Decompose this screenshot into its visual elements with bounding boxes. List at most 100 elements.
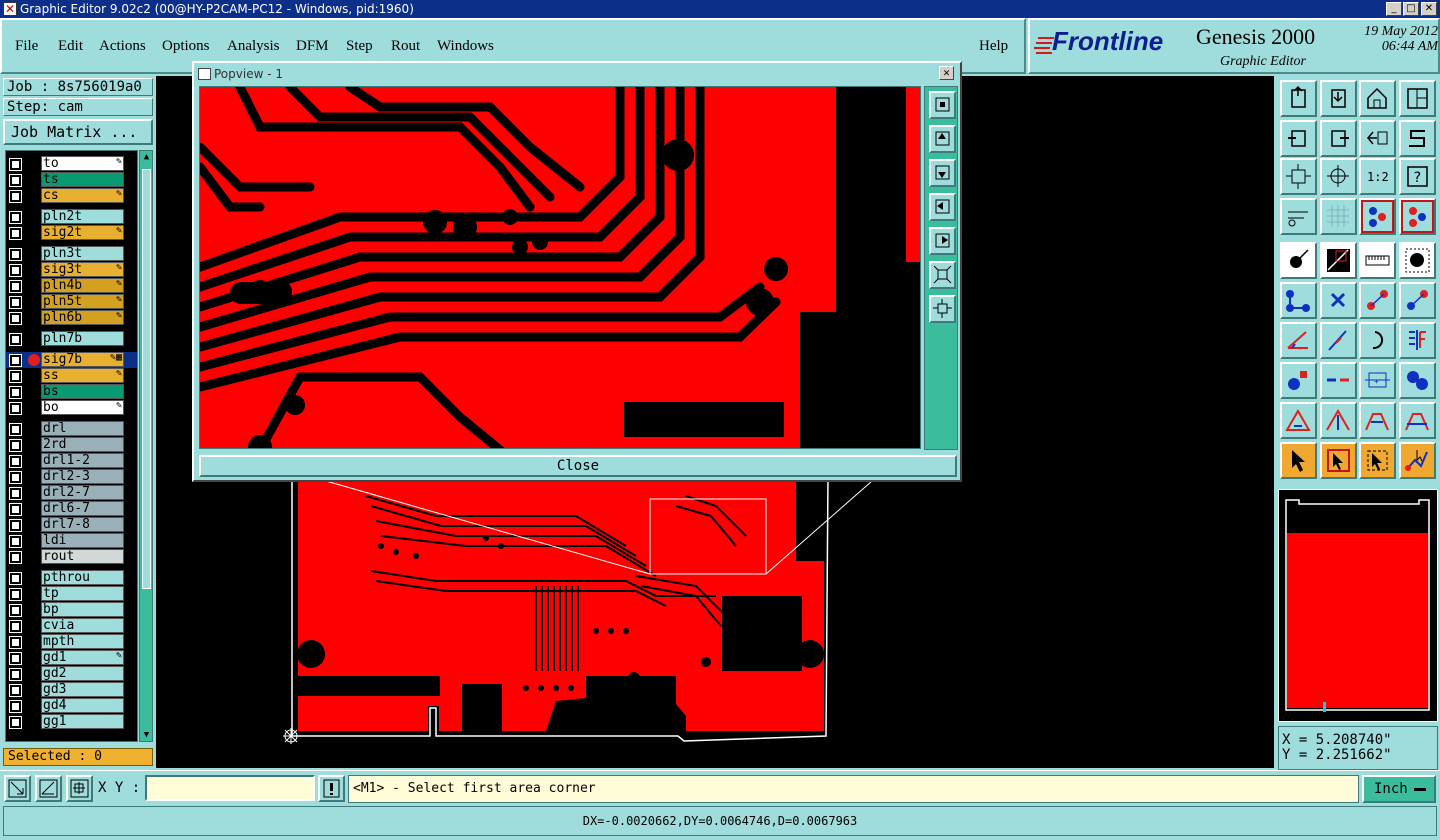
layer-checkbox[interactable]: [9, 174, 22, 187]
popview-title-bar[interactable]: Popview - 1: [196, 65, 958, 83]
menu-options[interactable]: Options: [162, 38, 210, 55]
layer-row[interactable]: mpth: [6, 634, 137, 650]
layer-row[interactable]: to ✎: [6, 156, 137, 172]
layer-checkbox[interactable]: [9, 227, 22, 240]
layer-row[interactable]: rout: [6, 549, 137, 565]
tool-triangle-button[interactable]: [1280, 402, 1317, 439]
layer-row[interactable]: pln7b: [6, 331, 137, 347]
layer-row[interactable]: sig3t ✎: [6, 262, 137, 278]
layer-checkbox[interactable]: [9, 370, 22, 383]
layer-name[interactable]: drl: [41, 421, 124, 436]
layer-row[interactable]: tp: [6, 586, 137, 602]
scroll-thumb[interactable]: [142, 169, 151, 589]
layer-checkbox[interactable]: [9, 190, 22, 203]
layer-name[interactable]: pln6b: [41, 310, 124, 325]
menu-analysis[interactable]: Analysis: [227, 38, 280, 55]
layer-name[interactable]: pln3t: [41, 246, 124, 261]
layer-name[interactable]: mpth: [41, 634, 124, 649]
layer-checkbox[interactable]: [9, 333, 22, 346]
popview-zoom-home-button[interactable]: [929, 91, 956, 119]
close-window-button[interactable]: ✕: [1421, 2, 1437, 16]
tool-mirror-button[interactable]: [1399, 322, 1436, 359]
tool-angle-button[interactable]: [1280, 322, 1317, 359]
tool-palette-button[interactable]: [1280, 198, 1317, 235]
layer-name[interactable]: sig2t: [41, 225, 124, 240]
layer-row[interactable]: sig7b ✎▦: [6, 352, 137, 368]
layer-checkbox[interactable]: [9, 423, 22, 436]
layer-row[interactable]: ss ✎: [6, 368, 137, 384]
layer-checkbox[interactable]: [9, 248, 22, 261]
popview-window[interactable]: Popview - 1 ✕ Close: [192, 61, 962, 482]
layer-row[interactable]: gg1: [6, 714, 137, 730]
tool-layer-compare-button[interactable]: [1399, 198, 1436, 235]
layer-name[interactable]: pln5t: [41, 294, 124, 309]
tool-export-button[interactable]: [1320, 120, 1357, 157]
tool-layer-view-button[interactable]: [1359, 198, 1396, 235]
layer-row[interactable]: bo ✎: [6, 400, 137, 416]
layer-row[interactable]: pthrou: [6, 570, 137, 586]
popview-zoom-out-button[interactable]: [929, 295, 956, 323]
layer-checkbox[interactable]: [9, 386, 22, 399]
layer-checkbox[interactable]: [9, 503, 22, 516]
layer-name[interactable]: pln7b: [41, 331, 124, 346]
tool-add-line-button[interactable]: [1320, 242, 1357, 279]
layer-checkbox[interactable]: [9, 620, 22, 633]
layer-row[interactable]: cvia: [6, 618, 137, 634]
popview-pan-down-button[interactable]: [929, 159, 956, 187]
app-icon[interactable]: [3, 0, 17, 18]
tool-group-button[interactable]: [1399, 362, 1436, 399]
layer-checkbox[interactable]: [9, 535, 22, 548]
layer-name[interactable]: gg1: [41, 714, 124, 729]
layer-name[interactable]: gd2: [41, 666, 124, 681]
layer-row[interactable]: cs ✎: [6, 188, 137, 204]
layer-row[interactable]: drl1-2: [6, 453, 137, 469]
layer-list-scrollbar[interactable]: ▲ ▼: [139, 150, 153, 742]
tool-cut-button[interactable]: [1320, 362, 1357, 399]
scroll-up-icon[interactable]: ▲: [141, 152, 152, 162]
layer-checkbox[interactable]: [9, 402, 22, 415]
layer-row[interactable]: 2rd: [6, 437, 137, 453]
popview-pan-right-button[interactable]: [929, 227, 956, 255]
layer-checkbox[interactable]: [9, 211, 22, 224]
layer-row[interactable]: gd2: [6, 666, 137, 682]
layer-row[interactable]: bs: [6, 384, 137, 400]
layer-row[interactable]: ldi: [6, 533, 137, 549]
layer-checkbox[interactable]: [9, 716, 22, 729]
tool-rotate-button[interactable]: [1359, 322, 1396, 359]
tool-open-button[interactable]: [1280, 80, 1317, 117]
layer-checkbox[interactable]: [9, 354, 22, 367]
tool-stretch-button[interactable]: +: [1359, 362, 1396, 399]
scroll-down-icon[interactable]: ▼: [141, 730, 152, 740]
layer-name[interactable]: 2rd: [41, 437, 124, 452]
layer-checkbox[interactable]: [9, 439, 22, 452]
layer-name[interactable]: drl7-8: [41, 517, 124, 532]
layer-row[interactable]: drl7-8: [6, 517, 137, 533]
tool-cross-button[interactable]: [1320, 282, 1357, 319]
layer-name[interactable]: drl2-7: [41, 485, 124, 500]
popview-pan-up-button[interactable]: [929, 125, 956, 153]
menu-help[interactable]: Help: [979, 38, 1008, 55]
layer-name[interactable]: rout: [41, 549, 124, 564]
maximize-button[interactable]: □: [1403, 2, 1419, 16]
layer-checkbox[interactable]: [9, 652, 22, 665]
snap-mode-button[interactable]: [4, 775, 31, 802]
layer-name[interactable]: drl1-2: [41, 453, 124, 468]
layer-row[interactable]: gd1 ✎: [6, 650, 137, 666]
layer-name[interactable]: gd3: [41, 682, 124, 697]
tool-measure-button[interactable]: [1359, 242, 1396, 279]
menu-edit[interactable]: Edit: [58, 38, 83, 55]
menu-step[interactable]: Step: [346, 38, 373, 55]
tool-arch-button[interactable]: [1359, 402, 1396, 439]
layer-name[interactable]: tp: [41, 586, 124, 601]
layer-checkbox[interactable]: [9, 471, 22, 484]
layer-name[interactable]: gd4: [41, 698, 124, 713]
tool-move-button[interactable]: [1359, 282, 1396, 319]
tool-help-button[interactable]: ?: [1399, 158, 1436, 195]
layer-name[interactable]: bp: [41, 602, 124, 617]
layer-row[interactable]: ts: [6, 172, 137, 188]
tool-fit-button[interactable]: [1280, 158, 1317, 195]
tool-copy-button[interactable]: [1399, 282, 1436, 319]
tool-line-edit-button[interactable]: [1320, 322, 1357, 359]
layer-checkbox[interactable]: [9, 572, 22, 585]
menu-rout[interactable]: Rout: [391, 38, 420, 55]
